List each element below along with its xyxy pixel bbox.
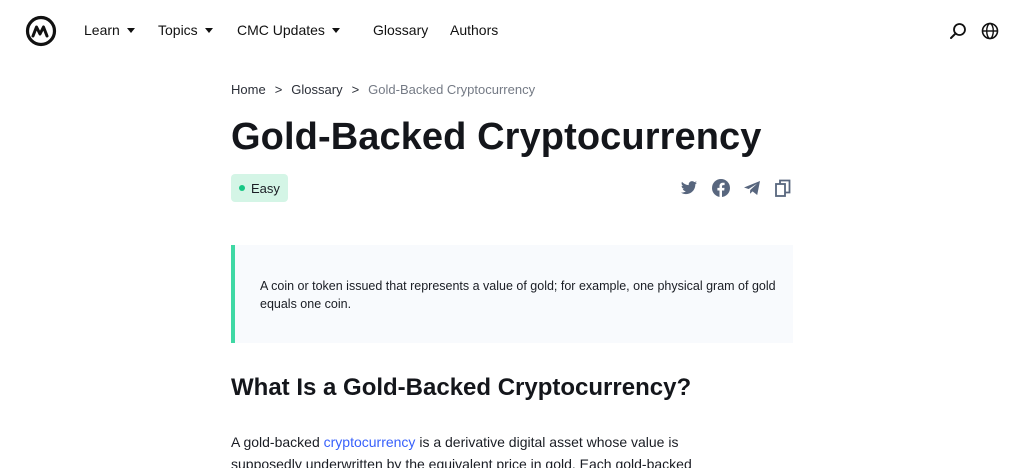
top-navigation: Learn Topics CMC Updates Glossary Author… [0, 0, 1024, 62]
difficulty-label: Easy [251, 180, 280, 196]
paragraph-text: A gold-backed [231, 434, 324, 450]
nav-authors-label: Authors [450, 22, 499, 38]
nav-glossary[interactable]: Glossary [373, 22, 428, 38]
caret-down-icon [126, 27, 135, 33]
search-icon[interactable] [949, 22, 967, 40]
breadcrumb-home[interactable]: Home [231, 82, 266, 97]
breadcrumb-separator: > [274, 82, 283, 97]
nav-learn-label: Learn [84, 22, 120, 38]
definition-summary-box: A coin or token issued that represents a… [231, 245, 793, 343]
globe-icon[interactable] [981, 22, 999, 40]
nav-cmc-updates-label: CMC Updates [237, 22, 325, 38]
article-paragraph: A gold-backed cryptocurrency is a deriva… [231, 431, 751, 468]
caret-down-icon [204, 27, 213, 33]
nav-authors[interactable]: Authors [450, 22, 498, 38]
nav-learn[interactable]: Learn [84, 22, 135, 38]
breadcrumb-glossary[interactable]: Glossary [291, 82, 342, 97]
caret-down-icon [331, 27, 340, 33]
nav-topics-label: Topics [158, 22, 198, 38]
cryptocurrency-link[interactable]: cryptocurrency [324, 434, 416, 450]
nav-topics[interactable]: Topics [158, 22, 213, 38]
nav-cmc-updates[interactable]: CMC Updates [237, 22, 340, 38]
telegram-icon[interactable] [742, 178, 762, 198]
section-heading: What Is a Gold-Backed Cryptocurrency? [231, 374, 692, 401]
breadcrumb: Home > Glossary > Gold-Backed Cryptocurr… [231, 82, 535, 97]
breadcrumb-current: Gold-Backed Cryptocurrency [368, 82, 536, 97]
coinmarketcap-logo[interactable] [25, 15, 57, 47]
difficulty-badge: Easy [231, 174, 288, 202]
breadcrumb-separator: > [351, 82, 360, 97]
facebook-icon[interactable] [711, 178, 731, 198]
definition-summary-text: A coin or token issued that represents a… [260, 279, 776, 311]
status-dot-icon [239, 185, 245, 191]
nav-glossary-label: Glossary [373, 22, 429, 38]
copy-icon[interactable] [773, 178, 793, 198]
page-title: Gold-Backed Cryptocurrency [231, 116, 762, 158]
twitter-icon[interactable] [679, 178, 699, 198]
